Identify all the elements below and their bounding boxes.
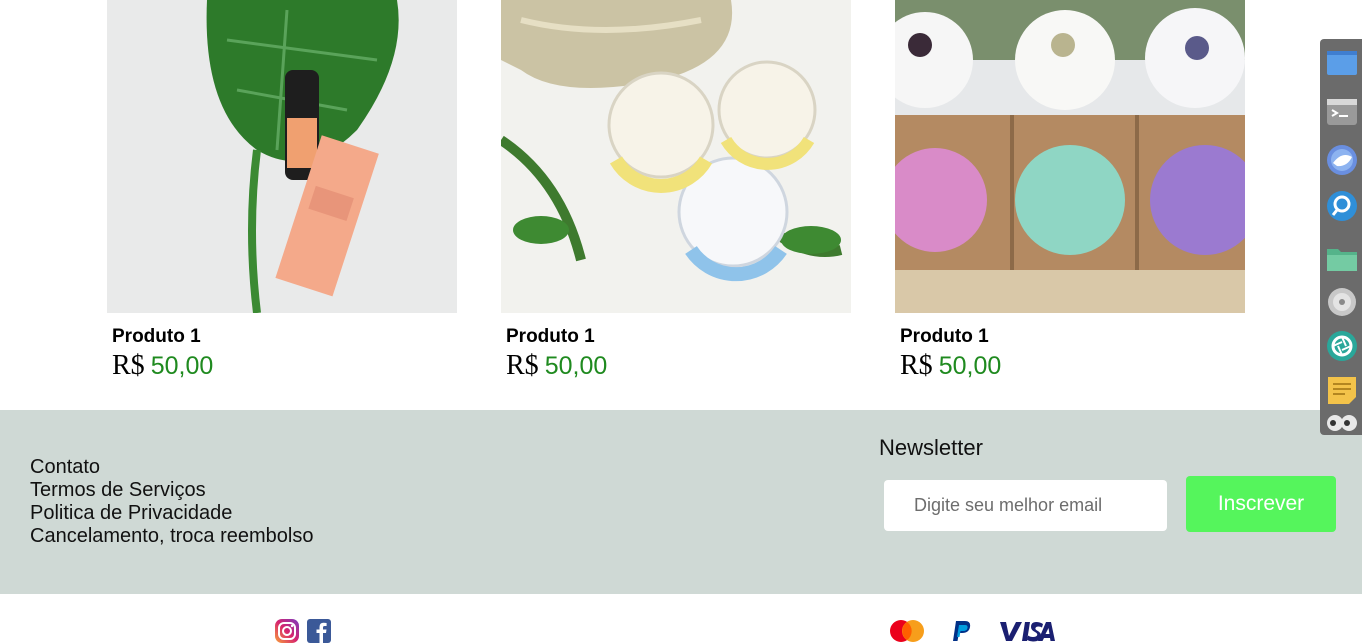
aperture-icon[interactable] <box>1325 329 1359 363</box>
price-value: 50,00 <box>938 352 1002 380</box>
browser-icon[interactable] <box>1325 143 1359 177</box>
product-name[interactable]: Produto 1 <box>900 326 989 348</box>
desktop-icon[interactable] <box>1325 45 1359 79</box>
product-card[interactable]: Produto 1 R$ 50,00 <box>895 0 1245 381</box>
product-card[interactable]: Produto 1 R$ 50,00 <box>107 0 457 381</box>
mastercard-logo <box>888 618 926 644</box>
notes-icon[interactable] <box>1325 373 1359 407</box>
footer-links: Contato Termos de Serviços Politica de P… <box>30 456 313 548</box>
product-name[interactable]: Produto 1 <box>506 326 595 348</box>
visa-logo <box>998 620 1056 644</box>
product-price: R$ 50,00 <box>900 350 1001 382</box>
product-card[interactable]: Produto 1 R$ 50,00 <box>501 0 851 381</box>
product-price: R$ 50,00 <box>506 350 607 382</box>
footer-link-privacidade[interactable]: Politica de Privacidade <box>30 502 313 525</box>
product-grid: Produto 1 R$ 50,00 Produto 1 R$ 50,00 Pr… <box>0 0 1362 410</box>
facebook-icon[interactable] <box>306 618 332 644</box>
newsletter-email-input[interactable] <box>884 480 1167 531</box>
eyes-icon[interactable] <box>1325 413 1359 433</box>
site-footer: Contato Termos de Serviços Politica de P… <box>0 410 1362 594</box>
subscribe-button[interactable]: Inscrever <box>1186 476 1336 532</box>
product-price: R$ 50,00 <box>112 350 213 382</box>
newsletter-title: Newsletter <box>879 435 983 460</box>
price-value: 50,00 <box>544 352 608 380</box>
product-name[interactable]: Produto 1 <box>112 326 201 348</box>
social-links <box>274 618 332 644</box>
product-image[interactable] <box>107 0 457 313</box>
footer-link-contato[interactable]: Contato <box>30 456 313 479</box>
bottom-bar <box>0 594 1362 644</box>
desktop-dock <box>1320 39 1362 435</box>
product-image[interactable] <box>501 0 851 313</box>
footer-link-termos[interactable]: Termos de Serviços <box>30 479 313 502</box>
currency-symbol: R$ <box>506 350 539 381</box>
currency-symbol: R$ <box>112 350 145 381</box>
price-value: 50,00 <box>150 352 214 380</box>
instagram-icon[interactable] <box>274 618 300 644</box>
currency-symbol: R$ <box>900 350 933 381</box>
files-icon[interactable] <box>1325 241 1359 275</box>
footer-link-cancelamento[interactable]: Cancelamento, troca reembolso <box>30 525 313 548</box>
disk-icon[interactable] <box>1325 285 1359 319</box>
product-image[interactable] <box>895 0 1245 313</box>
search-icon[interactable] <box>1325 189 1359 223</box>
paypal-logo <box>948 618 976 644</box>
payment-methods <box>888 618 1056 644</box>
terminal-icon[interactable] <box>1325 95 1359 129</box>
